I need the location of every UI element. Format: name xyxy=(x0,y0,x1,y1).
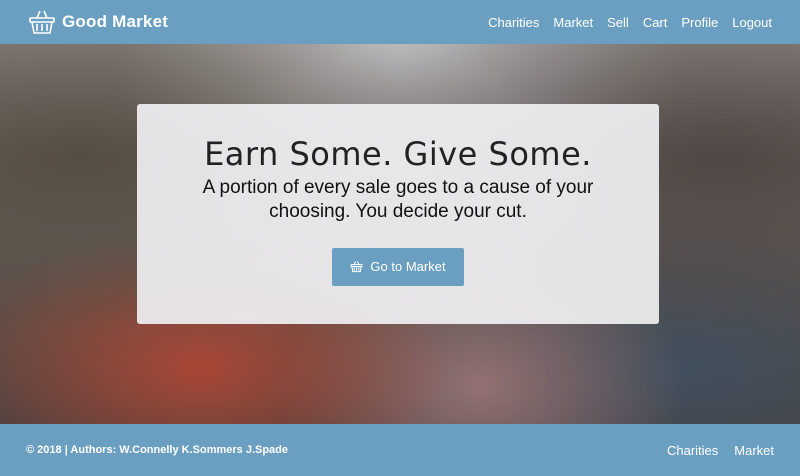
footer-links: Charities Market xyxy=(667,443,774,458)
go-to-market-button[interactable]: Go to Market xyxy=(332,247,464,286)
hero-title: Earn Some. Give Some. xyxy=(204,135,592,173)
nav-link-charities[interactable]: Charities xyxy=(488,15,539,30)
footer-link-market[interactable]: Market xyxy=(734,443,774,458)
nav-link-market[interactable]: Market xyxy=(553,15,593,30)
hero-card: Earn Some. Give Some. A portion of every… xyxy=(137,104,659,324)
footer-link-charities[interactable]: Charities xyxy=(667,443,718,458)
footer-credits: © 2018 | Authors: W.Connelly K.Sommers J… xyxy=(26,444,289,456)
navbar: Good Market Charities Market Sell Cart P… xyxy=(0,0,800,44)
brand-name: Good Market xyxy=(62,12,169,31)
footer: © 2018 | Authors: W.Connelly K.Sommers J… xyxy=(0,424,800,476)
go-to-market-label: Go to Market xyxy=(370,259,446,275)
nav-link-sell[interactable]: Sell xyxy=(607,15,629,30)
nav-link-cart[interactable]: Cart xyxy=(643,15,668,30)
nav-link-logout[interactable]: Logout xyxy=(732,15,772,30)
nav-link-profile[interactable]: Profile xyxy=(681,15,718,30)
basket-icon xyxy=(28,8,56,36)
hero-subtitle: A portion of every sale goes to a cause … xyxy=(202,177,594,222)
basket-icon xyxy=(350,260,364,273)
hero-banner: Earn Some. Give Some. A portion of every… xyxy=(0,44,800,424)
nav-links: Charities Market Sell Cart Profile Logou… xyxy=(488,15,772,30)
brand-link[interactable]: Good Market xyxy=(28,8,168,36)
